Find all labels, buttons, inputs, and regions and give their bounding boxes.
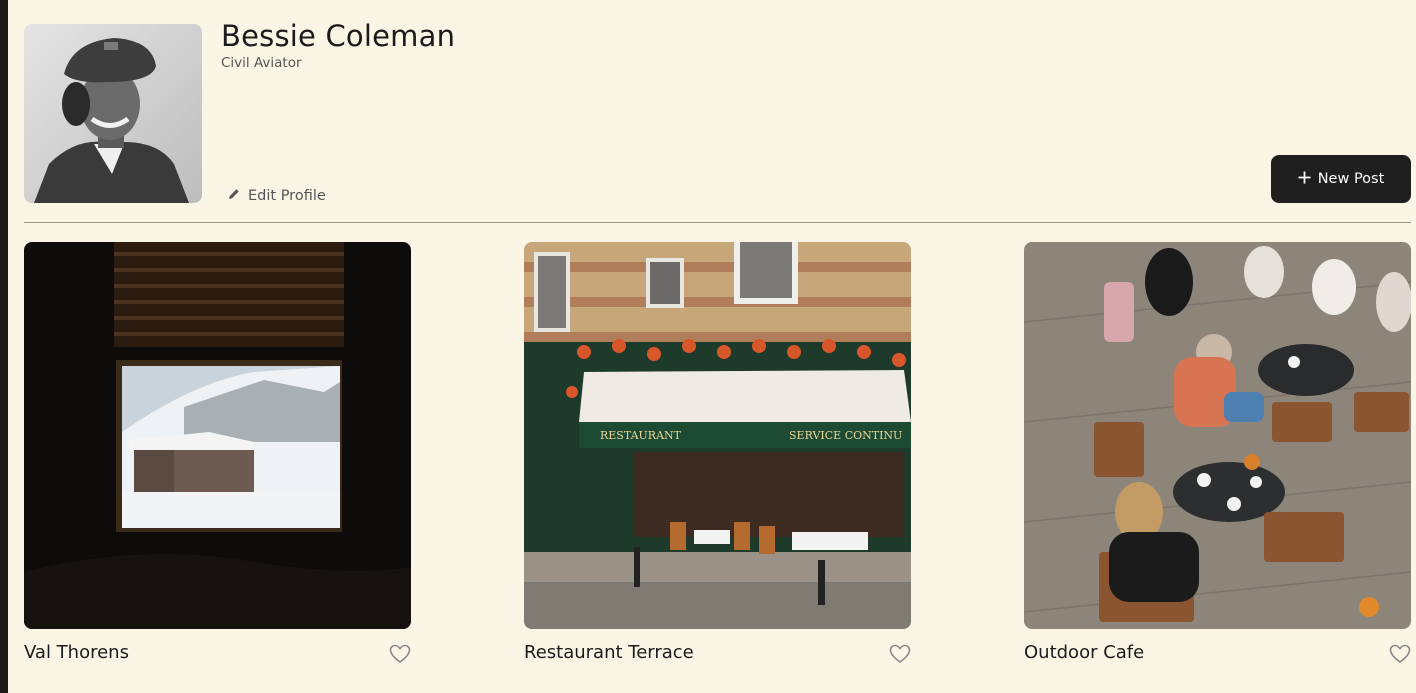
like-button[interactable] (389, 644, 411, 664)
header-divider (24, 222, 1411, 223)
svg-text:RESTAURANT: RESTAURANT (600, 429, 682, 442)
like-button[interactable] (889, 644, 911, 664)
new-post-label: New Post (1317, 171, 1385, 187)
edit-profile-button[interactable]: Edit Profile (227, 185, 326, 207)
post-image[interactable] (1024, 242, 1411, 629)
window-edge (0, 0, 8, 693)
like-button[interactable] (1389, 644, 1411, 664)
post-card: Val Thorens (24, 242, 411, 663)
plus-icon (1298, 171, 1311, 188)
svg-text:SERVICE CONTINU: SERVICE CONTINU (789, 429, 902, 442)
post-title: Outdoor Cafe (1024, 642, 1145, 663)
heart-icon (389, 644, 411, 663)
post-card: RESTAURANT SERVICE CONTINU Restaurant Te… (524, 242, 911, 663)
post-image[interactable]: RESTAURANT SERVICE CONTINU (524, 242, 911, 629)
post-card: Outdoor Cafe (1024, 242, 1411, 663)
post-title: Restaurant Terrace (524, 642, 694, 663)
heart-icon (1389, 644, 1411, 663)
pencil-icon (227, 187, 241, 205)
profile-avatar (24, 24, 202, 203)
edit-profile-label: Edit Profile (248, 188, 326, 204)
profile-description: Civil Aviator (221, 55, 302, 71)
heart-icon (889, 644, 911, 663)
post-title: Val Thorens (24, 642, 129, 663)
post-image[interactable] (24, 242, 411, 629)
profile-name: Bessie Coleman (221, 19, 456, 53)
new-post-button[interactable]: New Post (1271, 155, 1411, 203)
